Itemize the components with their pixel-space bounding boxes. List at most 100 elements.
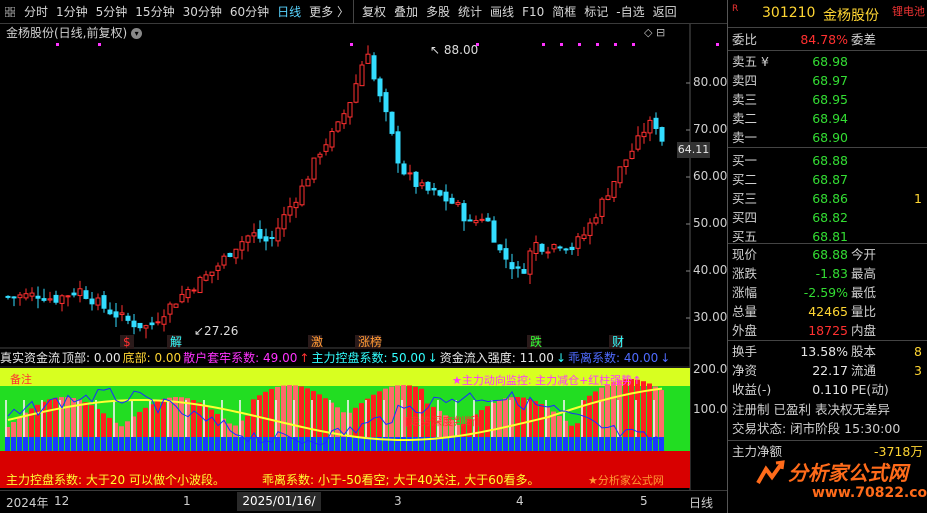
flow-bar: [605, 384, 610, 437]
order-level-label: 卖二: [732, 111, 758, 126]
event-tag: 涨榜: [358, 334, 382, 349]
f10-button[interactable]: F10: [518, 0, 548, 24]
order-price: 68.98: [812, 54, 848, 69]
back-button[interactable]: 返回: [649, 0, 681, 24]
time-label: 3: [394, 494, 402, 508]
stat-label-2: 量比: [851, 304, 877, 319]
candle-body: [455, 202, 461, 205]
base-bar: [281, 437, 286, 451]
period-tab-60min[interactable]: 60分钟: [226, 0, 273, 24]
candle-body: [479, 218, 485, 221]
grid-menu-icon[interactable]: [0, 0, 20, 24]
flow-bar: [245, 415, 250, 437]
time-label: 2024年: [6, 496, 49, 510]
candle-body: [545, 251, 551, 254]
tick-bar: [5, 400, 7, 437]
signal-dot: [632, 43, 635, 46]
flow-bar: [557, 416, 562, 437]
statistics-button[interactable]: 统计: [454, 0, 486, 24]
period-button[interactable]: 日线: [689, 494, 713, 511]
tick-bar: [491, 400, 493, 437]
base-bar: [341, 437, 346, 451]
stat-value: 68.88: [812, 247, 848, 262]
candle-body: [197, 276, 203, 294]
flow-bar: [539, 403, 544, 437]
indicator-axis-label: 200.0: [693, 362, 728, 376]
mark-button[interactable]: 标记: [580, 0, 612, 24]
base-bar: [485, 437, 490, 451]
stat-label-2: 内盘: [851, 323, 877, 338]
period-tab-15min[interactable]: 15分钟: [131, 0, 178, 24]
flow-bar: [47, 399, 52, 437]
order-level-label: 买二: [732, 172, 758, 187]
tick-bar: [401, 400, 403, 437]
candle-body: [305, 178, 311, 187]
candle-body: [269, 236, 275, 239]
candle-body: [275, 227, 281, 242]
period-tab-30min[interactable]: 30分钟: [179, 0, 226, 24]
base-bar: [593, 437, 598, 451]
flow-bar: [269, 388, 274, 437]
chevron-down-icon[interactable]: ▾: [131, 28, 143, 39]
stat-row: 涨跌 -1.83 最高: [728, 264, 927, 283]
overlay-button[interactable]: 叠加: [390, 0, 422, 24]
sector-tag[interactable]: 锂电池: [892, 3, 925, 19]
tick-bar: [527, 400, 529, 437]
base-bar: [641, 437, 646, 451]
base-bar: [359, 437, 364, 451]
period-tab-1min[interactable]: 1分钟: [52, 0, 92, 24]
base-bar: [89, 437, 94, 451]
ask-row: 卖五 ¥ 68.98: [728, 52, 927, 71]
flow-bar: [641, 381, 646, 437]
candle-body: [611, 181, 617, 198]
candle-body: [113, 311, 119, 318]
candle-body: [401, 163, 407, 175]
indicator-param: 乖离系数: 40.00: [568, 351, 659, 365]
candle-body: [89, 298, 95, 305]
watchlist-button[interactable]: -自选: [612, 0, 648, 24]
draw-line-button[interactable]: 画线: [486, 0, 518, 24]
candle-body: [191, 289, 197, 292]
stat-label-2: 最高: [851, 266, 877, 281]
period-tab-daily[interactable]: 日线: [273, 0, 305, 24]
candle-body: [647, 119, 653, 134]
candle-body: [215, 265, 221, 271]
base-bar: [473, 437, 478, 451]
stat-label: 涨跌: [732, 266, 758, 281]
period-tab-timeshare[interactable]: 分时: [20, 0, 52, 24]
base-bar: [203, 437, 208, 451]
stat-row: 涨幅 -2.59% 最低: [728, 283, 927, 302]
flags-row: 注册制 已盈利 表决权无差异: [728, 400, 927, 419]
base-bar: [527, 437, 532, 451]
base-bar: [539, 437, 544, 451]
period-tab-5min[interactable]: 5分钟: [92, 0, 132, 24]
tick-bar: [275, 400, 277, 437]
simple-frame-button[interactable]: 简框: [548, 0, 580, 24]
panel-layout-icons[interactable]: ◇ ⊟: [644, 26, 665, 39]
flow-bar: [593, 391, 598, 437]
base-bar: [59, 437, 64, 451]
base-bar: [311, 437, 316, 451]
order-price: 68.88: [812, 153, 848, 168]
stat-label: 涨幅: [732, 285, 758, 300]
multi-stock-button[interactable]: 多股: [422, 0, 454, 24]
price-axis-label: 70.00: [693, 122, 728, 136]
signal-dot: [560, 43, 563, 46]
tick-bar: [23, 400, 25, 437]
base-bar: [635, 437, 640, 451]
flow-bar: [587, 395, 592, 437]
indicator-center: [走势深度判断]: [405, 414, 480, 428]
event-tag: 跌: [530, 334, 542, 349]
tick-bar: [95, 400, 97, 437]
candle-body: [461, 203, 467, 222]
base-bar: [137, 437, 142, 451]
tick-bar: [653, 400, 655, 437]
candle-body: [59, 295, 65, 304]
low-price-label: ↙27.26: [194, 324, 238, 338]
candle-body: [521, 269, 527, 274]
registration-badge: R: [732, 4, 739, 14]
period-tab-more[interactable]: 更多 〉: [305, 0, 353, 24]
kline-chart[interactable]: 备注 ★主力动向监控: 主力减仓+红柱强势↑ [走势深度判断] 主力控盘系数: 大于2…: [0, 24, 727, 490]
adjust-button[interactable]: 复权: [352, 0, 390, 24]
price-axis-label: 30.00: [693, 310, 728, 324]
